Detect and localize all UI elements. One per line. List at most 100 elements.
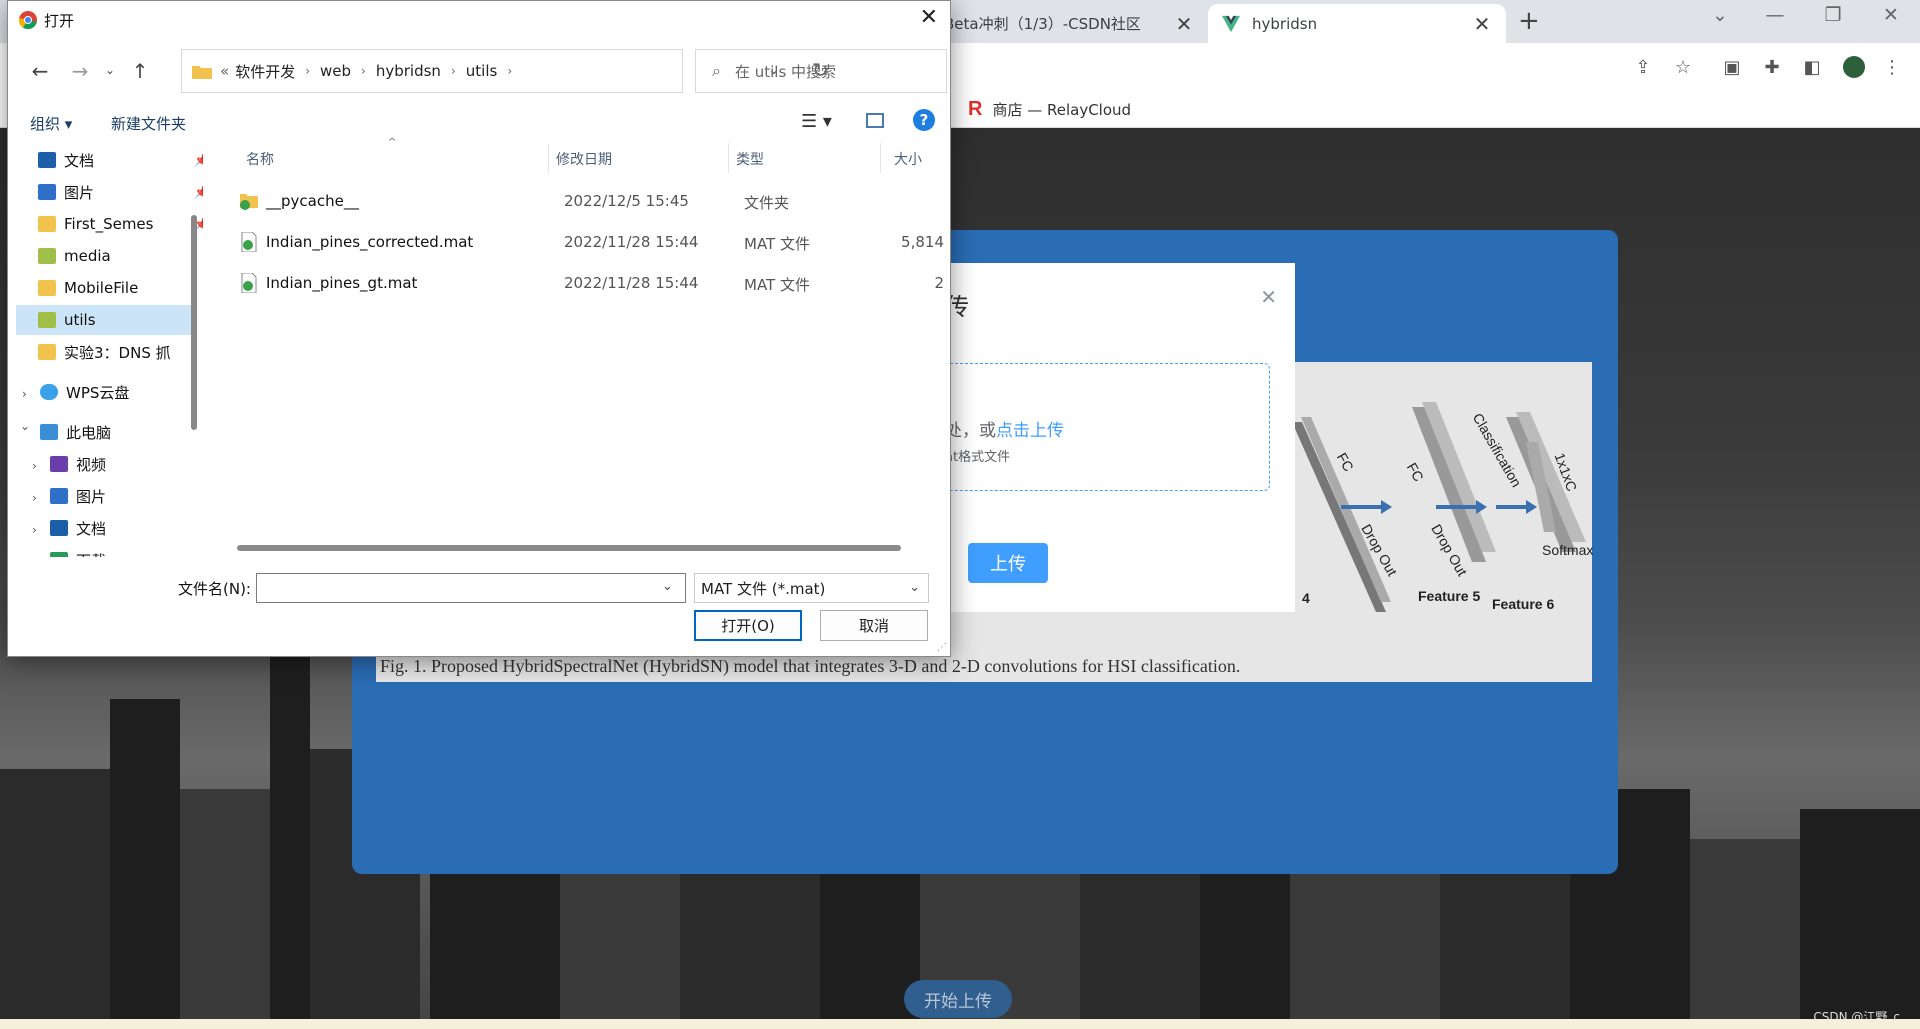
nav-scrollbar[interactable]: [191, 215, 197, 430]
tab-hybridsn[interactable]: hybridsn ✕: [1208, 4, 1506, 43]
close-tab-icon[interactable]: ✕: [1174, 12, 1194, 36]
nav-item-utils[interactable]: utils: [16, 305, 191, 335]
column-header-date[interactable]: 修改日期: [556, 149, 612, 169]
skyline-building: [180, 789, 270, 1029]
chevron-right-icon[interactable]: ›: [32, 459, 37, 473]
close-icon[interactable]: ✕: [920, 5, 938, 30]
column-header-type[interactable]: 类型: [736, 149, 764, 169]
extension-icon[interactable]: ▣: [1720, 55, 1744, 79]
file-row[interactable]: __pycache__ 2022/12/5 15:45 文件夹: [208, 184, 950, 218]
filetype-select[interactable]: MAT 文件 (*.mat) ⌄: [694, 573, 929, 603]
new-folder-button[interactable]: 新建文件夹: [111, 113, 186, 134]
nav-item-mobilefile[interactable]: MobileFile: [38, 273, 203, 303]
search-input[interactable]: ⌕ 在 utils 中搜索: [695, 49, 947, 93]
folder-sync-icon: [38, 248, 56, 264]
skyline-building: [110, 699, 180, 1029]
nav-item-pictures-pc[interactable]: 图片: [50, 481, 203, 511]
nav-item-documents[interactable]: 文档 📌: [38, 145, 203, 175]
column-divider[interactable]: [728, 143, 729, 173]
column-header-size[interactable]: 大小: [894, 149, 922, 169]
column-divider[interactable]: [548, 143, 549, 173]
skyline-building: [1200, 869, 1290, 1029]
chevron-right-icon[interactable]: ›: [32, 523, 37, 537]
preview-pane-icon[interactable]: [866, 113, 884, 128]
cloud-icon: [40, 384, 58, 400]
cancel-button[interactable]: 取消: [820, 610, 928, 641]
nav-item-this-pc[interactable]: 此电脑: [40, 417, 203, 447]
start-upload-button[interactable]: 开始上传: [904, 980, 1012, 1018]
up-folder-icon[interactable]: ↑: [128, 59, 152, 83]
minimize-icon[interactable]: —: [1760, 4, 1790, 26]
file-row[interactable]: Indian_pines_gt.mat 2022/11/28 15:44 MAT…: [208, 266, 950, 300]
nav-item-wps-cloud[interactable]: WPS云盘: [40, 377, 203, 407]
file-row[interactable]: Indian_pines_corrected.mat 2022/11/28 15…: [208, 225, 950, 259]
view-options-icon[interactable]: ☰ ▾: [801, 111, 832, 132]
filename-field[interactable]: [256, 573, 686, 603]
nav-item-downloads[interactable]: 下载: [50, 545, 203, 557]
nav-item-dns-lab[interactable]: 实验3：DNS 抓: [38, 337, 203, 367]
nav-item-pictures[interactable]: 图片 📌: [38, 177, 203, 207]
softmax-label: Softmax: [1542, 542, 1594, 558]
documents-icon: [50, 520, 68, 536]
upload-button[interactable]: 上传: [968, 543, 1048, 583]
pictures-icon: [50, 488, 68, 504]
column-header-name[interactable]: 名称: [246, 149, 274, 169]
chevron-right-icon[interactable]: ›: [22, 387, 27, 401]
window-close-icon[interactable]: ✕: [1876, 4, 1906, 26]
filename-label: 文件名(N):: [178, 580, 251, 598]
breadcrumb-item[interactable]: 软件开发: [235, 61, 295, 82]
file-name: __pycache__: [266, 192, 359, 210]
browser-menu-icon[interactable]: ⋮: [1880, 55, 1904, 79]
nav-item-first-semester[interactable]: First_Semes 📌: [38, 209, 203, 239]
breadcrumb-item[interactable]: utils: [466, 62, 498, 80]
downloads-icon: [50, 552, 68, 557]
dialog-titlebar: 打开 ✕: [8, 1, 950, 39]
file-date: 2022/11/28 15:44: [564, 233, 699, 251]
dialog-title: 打开: [44, 12, 75, 30]
side-panel-icon[interactable]: ◧: [1800, 55, 1824, 79]
dropzone-text: 处，或点击上传: [945, 421, 1064, 441]
organize-menu[interactable]: 组织 ▾: [30, 113, 72, 134]
nav-item-documents-pc[interactable]: 文档: [50, 513, 203, 543]
close-icon[interactable]: ✕: [1260, 285, 1277, 309]
chevron-right-icon: ›: [507, 64, 513, 78]
close-tab-icon[interactable]: ✕: [1472, 12, 1492, 36]
help-icon[interactable]: ?: [913, 109, 935, 131]
address-overflow[interactable]: «: [220, 62, 229, 80]
chevron-down-icon[interactable]: ⌄: [20, 419, 30, 433]
new-tab-button[interactable]: +: [1518, 6, 1540, 36]
horizontal-scrollbar[interactable]: [237, 545, 901, 551]
back-icon[interactable]: ←: [28, 59, 52, 83]
resize-grip-icon[interactable]: ⋰: [937, 642, 947, 653]
address-bar[interactable]: « 软件开发 › web › hybridsn › utils › ⌄ ↻: [181, 49, 829, 93]
upload-dropzone[interactable]: 处，或点击上传 at格式文件: [945, 363, 1270, 491]
file-type: MAT 文件: [744, 235, 810, 253]
chevron-down-icon[interactable]: ⌄: [662, 579, 673, 594]
pin-icon: 📌: [194, 153, 203, 167]
nav-item-media[interactable]: media: [38, 241, 203, 271]
share-icon[interactable]: ⇪: [1631, 55, 1655, 79]
tab-search-icon[interactable]: ⌄: [1705, 4, 1735, 26]
pin-icon: 📌: [194, 185, 203, 199]
restore-icon[interactable]: ❐: [1818, 4, 1848, 26]
tab-csdn[interactable]: Beta冲刺（1/3）-CSDN社区 ✕: [930, 4, 1208, 43]
click-upload-link[interactable]: 点击上传: [996, 421, 1064, 441]
puzzle-extensions-icon[interactable]: ✚: [1760, 55, 1784, 79]
forward-icon[interactable]: →: [68, 59, 92, 83]
breadcrumb-item[interactable]: hybridsn: [376, 62, 441, 80]
skyline-building: [0, 769, 120, 1029]
feature-6-label: Feature 6: [1492, 596, 1555, 612]
file-name: Indian_pines_gt.mat: [266, 274, 418, 292]
chevron-right-icon[interactable]: ›: [32, 491, 37, 505]
skyline-building: [1440, 859, 1570, 1029]
bookmark-star-icon[interactable]: ☆: [1671, 55, 1695, 79]
open-button[interactable]: 打开(O): [694, 610, 802, 641]
nav-item-videos[interactable]: 视频: [50, 449, 203, 479]
file-size: 2: [934, 274, 944, 292]
column-divider[interactable]: [880, 143, 881, 173]
recent-locations-icon[interactable]: ⌄: [98, 63, 122, 77]
profile-avatar[interactable]: [1842, 55, 1866, 79]
breadcrumb-item[interactable]: web: [320, 62, 351, 80]
dialog-navbar: ← → ⌄ ↑ « 软件开发 › web › hybridsn › utils …: [8, 49, 950, 93]
bookmark-relaycloud[interactable]: R 商店 — RelayCloud: [968, 98, 1131, 121]
